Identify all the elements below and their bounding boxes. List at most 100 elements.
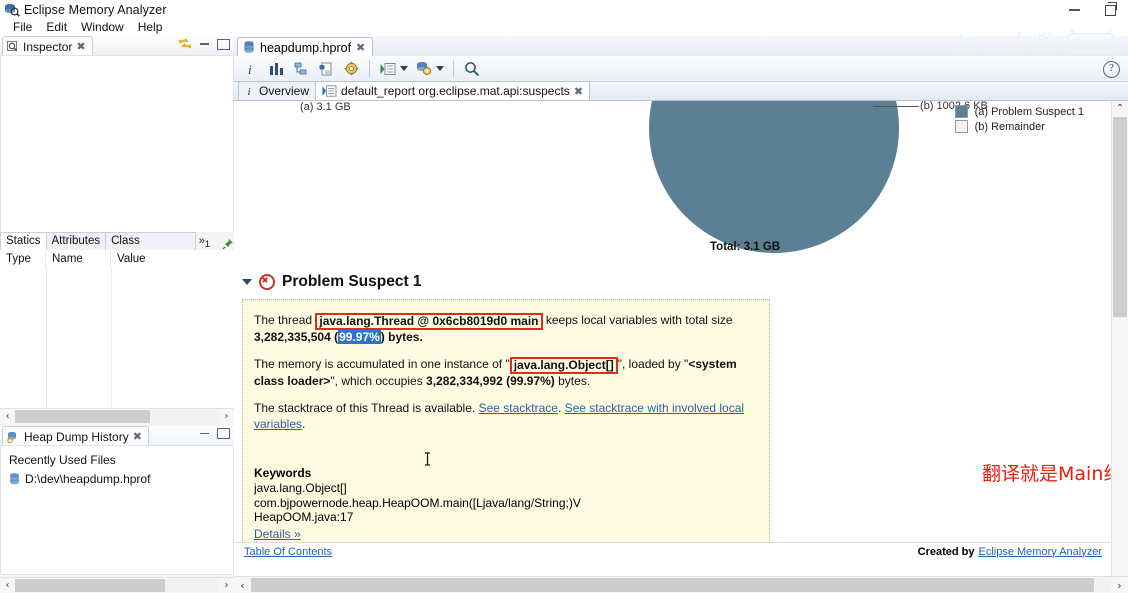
scroll-left-arrow[interactable]: ‹	[0, 411, 15, 422]
minimize-icon[interactable]	[200, 432, 209, 435]
inspector-tab-label: Inspector	[23, 39, 73, 54]
query-browser-icon[interactable]	[413, 58, 435, 80]
scroll-thumb[interactable]	[15, 579, 165, 592]
close-icon[interactable]: ✖	[356, 42, 365, 53]
column-type[interactable]: Type	[0, 250, 46, 268]
p2-size-bytes: 3,282,334,992 (99.97%)	[426, 374, 555, 388]
heap-dump-history-content: Recently Used Files D:\dev\heapdump.hpro…	[0, 445, 234, 575]
tab-inspector[interactable]: Inspector ✖	[2, 36, 93, 56]
close-icon[interactable]: ✖	[76, 41, 85, 52]
maximize-icon[interactable]	[217, 38, 230, 50]
keyword-item: java.lang.Object[]	[254, 481, 347, 495]
heap-dump-history-tabbar: Heap Dump History ✖	[0, 426, 234, 446]
menu-window[interactable]: Window	[74, 19, 131, 36]
overflow-count: 1	[204, 239, 210, 250]
menu-help[interactable]: Help	[131, 19, 170, 36]
pie-label-a: (a) 3.1 GB	[300, 101, 351, 113]
svg-text:i: i	[248, 86, 251, 97]
overview-info-icon[interactable]: i	[240, 58, 262, 80]
inspector-table-body	[0, 268, 234, 408]
inspector-sub-tabs: Statics Attributes Class Hierarchy »1	[0, 232, 234, 264]
heapdump-file-icon	[9, 472, 20, 485]
report-icon	[322, 85, 337, 97]
pin-icon[interactable]	[222, 238, 234, 250]
inspector-view-tabbar: Inspector ✖	[0, 36, 234, 56]
scroll-left-arrow[interactable]: ‹	[234, 579, 251, 592]
chevron-down-icon[interactable]	[436, 66, 444, 71]
tab-class-hierarchy[interactable]: Class Hierarchy	[105, 232, 196, 264]
heapdump-file-icon	[243, 41, 255, 54]
scroll-right-arrow[interactable]: ›	[219, 411, 234, 422]
gear-icon[interactable]	[340, 58, 362, 80]
restore-button[interactable]	[1092, 0, 1128, 20]
chevron-down-icon[interactable]	[400, 66, 408, 71]
scroll-track[interactable]	[251, 578, 1111, 592]
search-icon[interactable]	[461, 58, 483, 80]
scroll-thumb[interactable]	[1113, 117, 1127, 317]
report-vscrollbar[interactable]: ⌃ ⌄	[1111, 101, 1128, 593]
title-bar: Eclipse Memory Analyzer	[0, 0, 1128, 20]
report-hscrollbar[interactable]: ‹ ›	[234, 576, 1128, 593]
tab-heapdump-hprof[interactable]: heapdump.hprof ✖	[237, 37, 374, 57]
created-by-link[interactable]: Eclipse Memory Analyzer	[979, 546, 1103, 558]
run-expert-system-icon[interactable]	[377, 58, 399, 80]
keywords-title: Keywords	[254, 466, 312, 480]
chevron-down-icon[interactable]	[242, 279, 252, 285]
heapdump-file-path: D:\dev\heapdump.hprof	[25, 471, 151, 486]
left-bottom-hscrollbar[interactable]: ‹ ›	[0, 577, 234, 593]
tab-overview[interactable]: i Overview	[238, 81, 317, 100]
tab-statics[interactable]: Statics	[0, 232, 47, 250]
created-by-label: Created by	[917, 545, 975, 558]
close-icon[interactable]: ✖	[574, 86, 583, 97]
svg-text:i: i	[248, 62, 252, 77]
list-item[interactable]: D:\dev\heapdump.hprof	[1, 469, 233, 488]
close-icon[interactable]: ✖	[133, 431, 142, 442]
column-name[interactable]: Name	[46, 250, 111, 268]
sub-tab-overflow[interactable]: »1	[195, 233, 214, 250]
sync-icon[interactable]	[178, 38, 192, 50]
suspect-paragraph-1: The thread java.lang.Thread @ 0x6cb8019d…	[254, 312, 757, 345]
tab-default-report-suspects[interactable]: default_report org.eclipse.mat.api:suspe…	[315, 81, 591, 100]
window-title: Eclipse Memory Analyzer	[24, 3, 167, 17]
details-link[interactable]: Details »	[254, 527, 301, 541]
minimize-icon[interactable]	[200, 43, 209, 45]
report-footer: Table Of Contents Created by Eclipse Mem…	[234, 542, 1112, 560]
legend-swatch-b	[954, 120, 968, 133]
maximize-icon[interactable]	[217, 428, 230, 439]
inspector-hscrollbar[interactable]: ‹ ›	[0, 408, 234, 424]
problem-suspect-heading[interactable]: Problem Suspect 1	[242, 273, 422, 291]
info-icon: i	[245, 85, 255, 97]
scroll-thumb[interactable]	[15, 410, 150, 423]
help-button[interactable]: ?	[1103, 61, 1120, 78]
eclipse-memory-analyzer-window: Eclipse Memory Analyzer File Edit Window…	[0, 0, 1128, 593]
suspect-paragraph-2: The memory is accumulated in one instanc…	[254, 356, 757, 389]
p2-suffix: bytes.	[554, 374, 591, 388]
histogram-icon[interactable]	[265, 58, 287, 80]
legend-label-a: (a) Problem Suspect 1	[974, 105, 1084, 118]
menu-file[interactable]: File	[6, 19, 39, 36]
see-stacktrace-link[interactable]: See stacktrace	[479, 401, 558, 415]
table-of-contents-link[interactable]: Table Of Contents	[244, 546, 332, 558]
p1-suffix: ) bytes.	[380, 330, 423, 344]
menu-edit[interactable]: Edit	[39, 19, 74, 36]
oql-icon[interactable]	[315, 58, 337, 80]
editor-tabbar: heapdump.hprof ✖	[234, 36, 1128, 57]
scroll-up-arrow[interactable]: ⌃	[1112, 101, 1128, 117]
inspector-view-tools	[178, 38, 230, 50]
inspector-content	[0, 55, 234, 233]
column-value[interactable]: Value	[111, 250, 234, 268]
p2-prefix: The memory is accumulated in one instanc…	[254, 357, 510, 371]
scroll-track[interactable]	[15, 579, 219, 592]
scroll-left-arrow[interactable]: ‹	[0, 580, 15, 591]
keyword-item: com.bjpowernode.heap.HeapOOM.main([Ljava…	[254, 495, 581, 510]
scroll-right-arrow[interactable]: ›	[219, 580, 234, 591]
p1-selected-percent[interactable]: 99.97%	[338, 330, 381, 344]
scroll-thumb[interactable]	[251, 578, 1094, 592]
editor-toolbar: i ?	[234, 56, 1128, 82]
scroll-right-arrow[interactable]: ›	[1111, 579, 1128, 592]
minimize-button[interactable]	[1056, 0, 1092, 20]
dominator-tree-icon[interactable]	[290, 58, 312, 80]
tab-heap-dump-history[interactable]: Heap Dump History ✖	[2, 426, 149, 446]
tab-attributes[interactable]: Attributes	[45, 232, 107, 250]
scroll-track[interactable]	[15, 410, 219, 423]
